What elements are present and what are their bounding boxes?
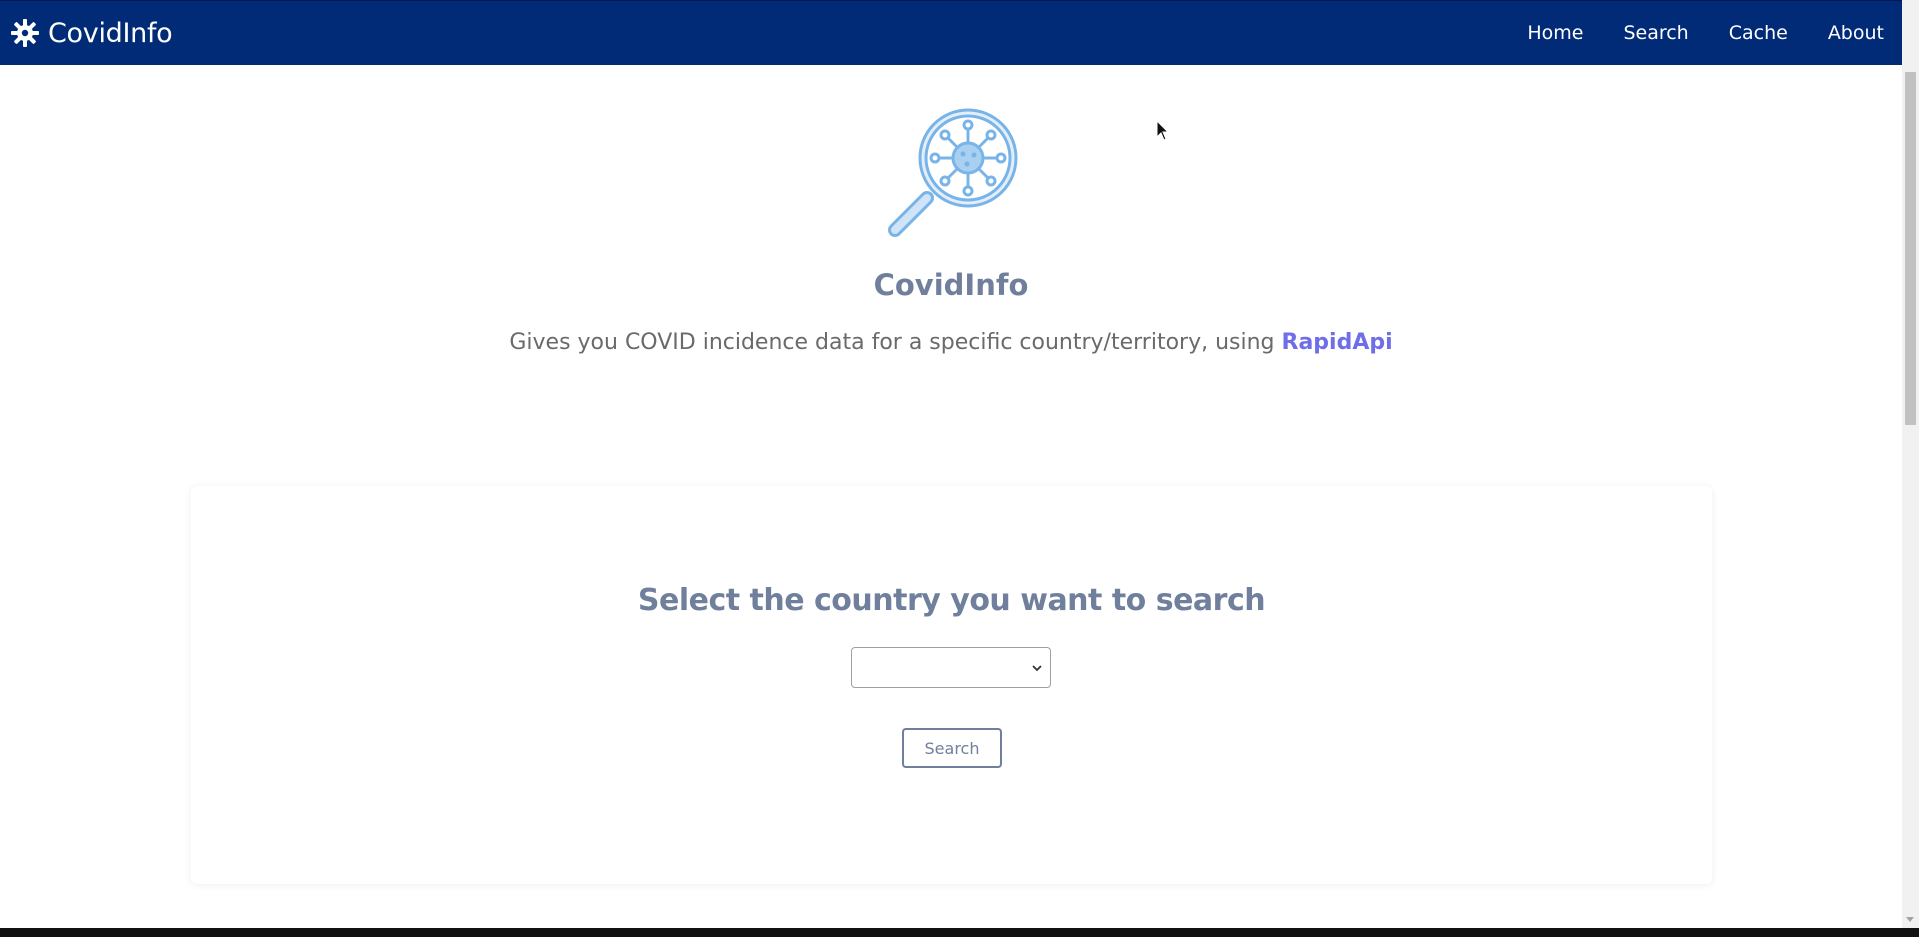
virus-magnifier-icon [885,105,1020,240]
nav-links: Home Search Cache About [1487,22,1884,44]
scroll-down-arrow-icon[interactable] [1906,917,1914,922]
brand-link[interactable]: CovidInfo [10,17,173,49]
page-description: Gives you COVID incidence data for a spe… [0,330,1902,355]
scrollbar-thumb[interactable] [1905,72,1916,425]
rapidapi-link[interactable]: RapidApi [1282,330,1393,355]
nav-cache[interactable]: Cache [1729,22,1788,44]
window-bottom-edge [0,928,1919,937]
search-card: Select the country you want to search Se… [191,486,1712,884]
nav-search[interactable]: Search [1623,22,1688,44]
chevron-down-icon [1030,660,1044,674]
search-card-title: Select the country you want to search [637,583,1266,618]
brand-name: CovidInfo [48,17,173,49]
country-select[interactable] [851,647,1051,688]
description-text: Gives you COVID incidence data for a spe… [509,330,1282,355]
page-scrollbar[interactable] [1902,0,1919,928]
nav-about[interactable]: About [1828,22,1884,44]
mouse-cursor-icon [1156,119,1170,142]
virus-gear-icon [10,18,40,48]
top-navbar: CovidInfo Home Search Cache About [0,0,1902,65]
search-button[interactable]: Search [902,728,1002,768]
nav-home[interactable]: Home [1527,22,1583,44]
page-title: CovidInfo [873,268,1029,302]
